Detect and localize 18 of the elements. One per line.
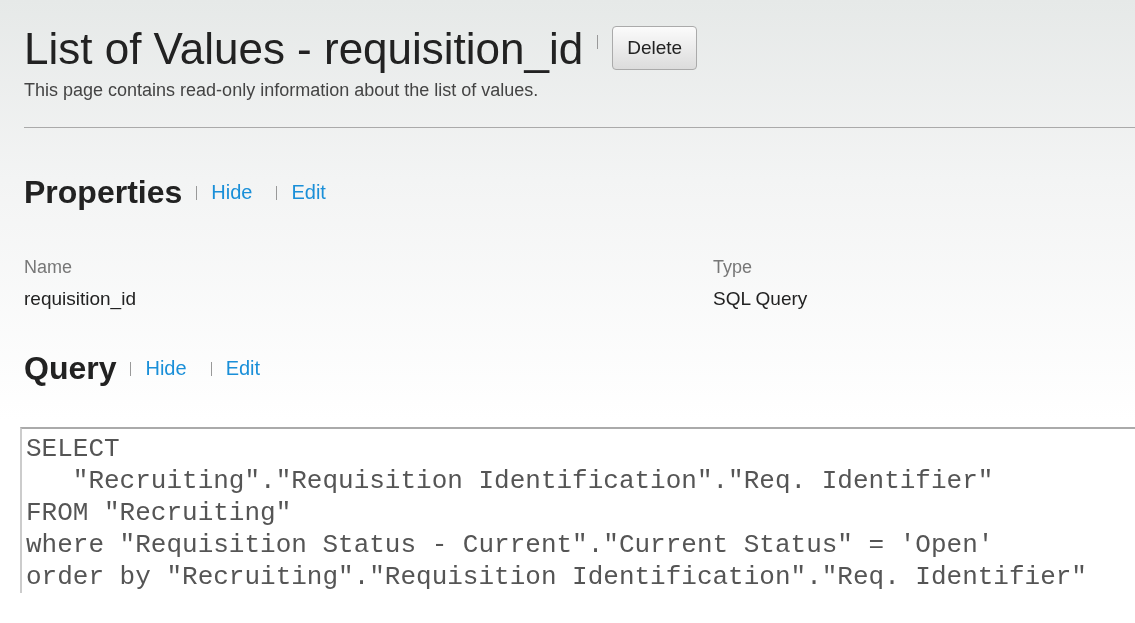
section-heading: Properties [24,174,183,211]
page-description: This page contains read-only information about the list of values. [24,80,540,101]
field-value: requisition_id [24,288,137,310]
field-value: SQL Query [713,288,809,310]
field-label: Type [713,257,754,278]
delete-button[interactable]: Delete [612,26,698,70]
field-label: Name [24,257,73,278]
section-link[interactable]: Edit [291,181,326,204]
code-line: "Recruiting"."Requisition Identification"."Req. Identifier" [71,465,994,497]
section-link[interactable]: Edit [225,357,261,380]
section-link[interactable]: Hide [145,357,187,380]
code-line: SELECT [26,433,120,465]
section-link[interactable]: Hide [211,181,253,204]
code-line: order by "Recruiting"."Requisition Identification"."Req. Identifier" [26,561,1087,593]
code-line: FROM "Recruiting" [26,497,292,529]
code-line: where "Requisition Status - Current"."Current Status" = 'Open' [26,529,994,561]
section-heading: Query [24,350,117,387]
page-title: List of Values - requisition_id [24,24,584,74]
